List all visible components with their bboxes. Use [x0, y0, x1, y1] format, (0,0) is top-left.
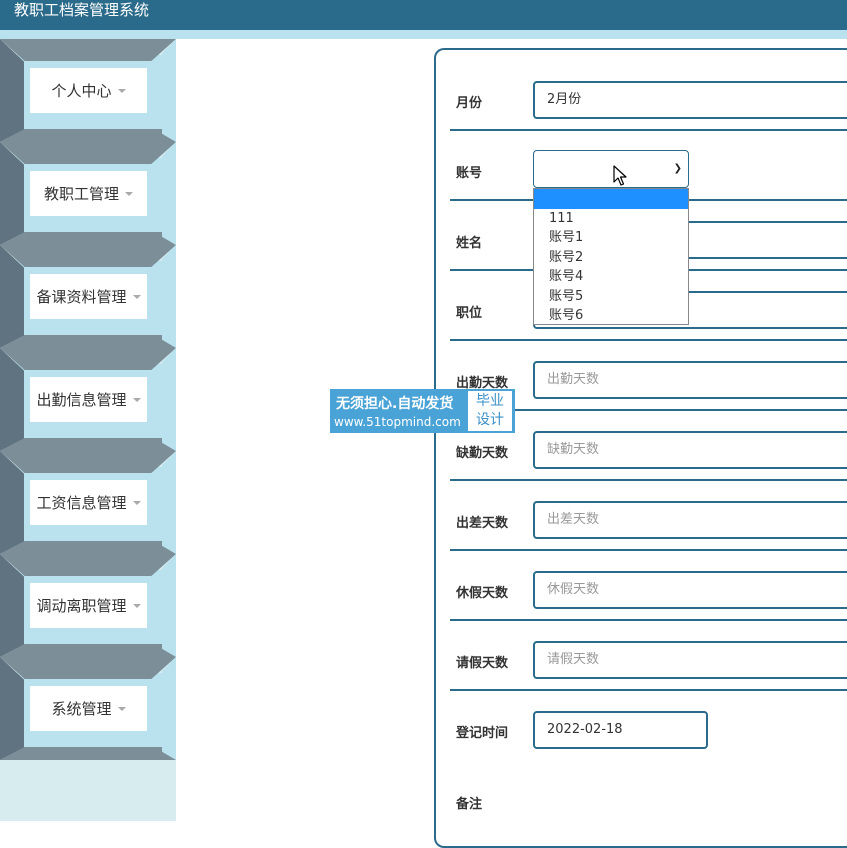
menu-button-attendance[interactable]: 出勤信息管理: [30, 377, 147, 422]
month-label: 月份: [456, 96, 483, 111]
caret-down-icon: [117, 88, 126, 93]
vacation-days-input[interactable]: 休假天数: [533, 571, 847, 609]
sidebar-item-personal-center: 个人中心: [0, 39, 176, 142]
menu-button-transfer-resign[interactable]: 调动离职管理: [30, 583, 147, 628]
caret-down-icon: [117, 706, 126, 711]
divider: [450, 549, 847, 551]
menu-button-lesson-materials[interactable]: 备课资料管理: [30, 274, 147, 319]
watermark-text: 无须担心.自动发货: [336, 396, 454, 412]
sidebar-item-attendance: 出勤信息管理: [0, 348, 176, 451]
app-title: 教职工档案管理系统: [14, 1, 150, 19]
business-trip-days-input[interactable]: 出差天数: [533, 501, 847, 539]
mouse-cursor-icon: [613, 165, 627, 186]
divider: [450, 689, 847, 691]
dropdown-option[interactable]: 111: [534, 209, 688, 229]
register-time-input[interactable]: 2022-02-18: [533, 711, 708, 749]
account-dropdown-list: 111 账号1 账号2 账号4 账号5 账号6: [533, 188, 689, 325]
sidebar-item-lesson-materials: 备课资料管理: [0, 245, 176, 348]
sidebar-item-system: 系统管理: [0, 657, 176, 760]
sidebar-item-staff: 教职工管理: [0, 142, 176, 245]
watermark-badge: 毕业 设计: [467, 390, 513, 432]
menu-label: 备课资料管理: [36, 288, 127, 306]
sidebar-item-salary: 工资信息管理: [0, 451, 176, 554]
register-time-label: 登记时间: [456, 726, 509, 741]
name-label: 姓名: [456, 236, 483, 251]
dropdown-option[interactable]: 账号5: [534, 287, 688, 307]
menu-label: 系统管理: [51, 700, 112, 718]
divider: [450, 339, 847, 341]
sidebar: 个人中心 教职工管理 备课资料管理 出勤信息管理 工资信息管理 调动离职管理 系…: [0, 39, 176, 821]
caret-down-icon: [132, 500, 141, 505]
leave-days-label: 请假天数: [456, 656, 509, 671]
menu-button-salary[interactable]: 工资信息管理: [30, 480, 147, 525]
header-strip: [0, 30, 847, 39]
absence-days-label: 缺勤天数: [456, 446, 509, 461]
divider: [450, 619, 847, 621]
account-select[interactable]: ❯: [533, 150, 689, 188]
divider: [450, 129, 847, 131]
watermark-banner: 无须担心.自动发货 www.51topmind.com 毕业 设计: [330, 389, 515, 433]
menu-label: 出勤信息管理: [36, 391, 127, 409]
dropdown-option[interactable]: 账号1: [534, 228, 688, 248]
dropdown-option[interactable]: 账号4: [534, 267, 688, 287]
caret-down-icon: [132, 397, 141, 402]
menu-button-system[interactable]: 系统管理: [30, 686, 147, 731]
menu-label: 调动离职管理: [36, 597, 127, 615]
month-field[interactable]: 2月份: [533, 81, 847, 119]
watermark-url: www.51topmind.com: [334, 415, 461, 429]
chevron-down-icon: ❯: [673, 163, 682, 174]
caret-down-icon: [125, 191, 133, 196]
menu-button-personal-center[interactable]: 个人中心: [30, 68, 147, 113]
menu-label: 个人中心: [51, 82, 112, 100]
absence-days-input[interactable]: 缺勤天数: [533, 431, 847, 469]
account-label: 账号: [456, 166, 483, 181]
business-trip-days-label: 出差天数: [456, 516, 509, 531]
sidebar-item-transfer-resign: 调动离职管理: [0, 554, 176, 657]
remarks-label: 备注: [456, 797, 483, 812]
dropdown-option[interactable]: 账号6: [534, 306, 688, 326]
caret-down-icon: [132, 294, 141, 299]
dropdown-option[interactable]: [534, 189, 688, 209]
app-header: 教职工档案管理系统: [0, 0, 847, 30]
position-label: 职位: [456, 306, 483, 321]
vacation-days-label: 休假天数: [456, 586, 509, 601]
caret-down-icon: [132, 603, 141, 608]
menu-button-staff[interactable]: 教职工管理: [30, 171, 147, 216]
dropdown-option[interactable]: 账号2: [534, 248, 688, 268]
attendance-days-input[interactable]: 出勤天数: [533, 361, 847, 399]
watermark-badge-line: 设计: [476, 412, 504, 428]
menu-label: 教职工管理: [43, 185, 119, 203]
menu-label: 工资信息管理: [36, 494, 127, 512]
leave-days-input[interactable]: 请假天数: [533, 641, 847, 679]
divider: [450, 479, 847, 481]
watermark-badge-line: 毕业: [476, 393, 504, 409]
